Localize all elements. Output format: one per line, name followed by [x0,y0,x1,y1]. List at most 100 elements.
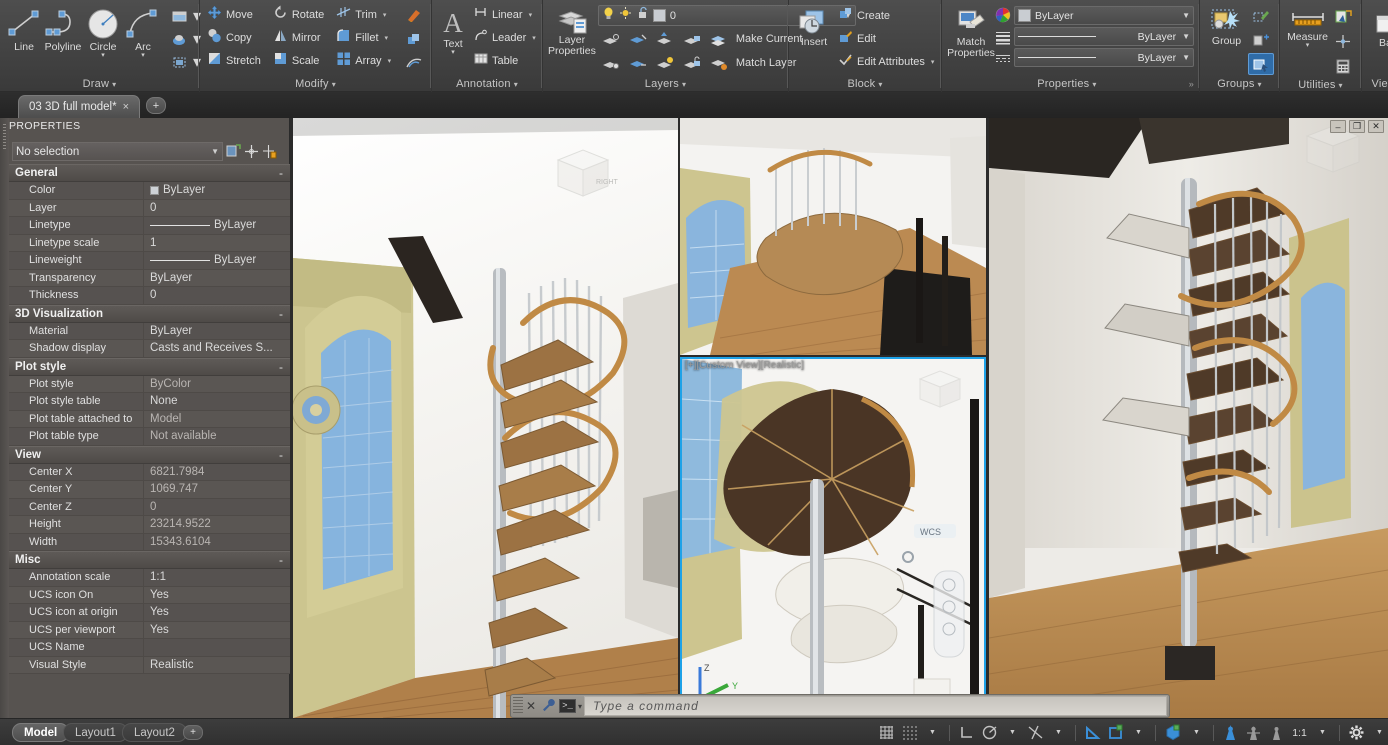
panel-title-properties[interactable]: Properties ▾» [945,76,1196,92]
restore-icon[interactable]: ❐ [1349,120,1365,133]
select-pick-icon[interactable] [244,144,259,159]
properties-group-3d-visualization[interactable]: 3D Visualization - [9,304,290,323]
unlock-plot-icon[interactable] [636,6,649,25]
property-row-material[interactable]: Material ByLayer [9,322,290,340]
mirror-button[interactable]: Mirror [271,27,328,49]
property-value-layer[interactable]: 0 [144,202,290,214]
panel-title-annotation[interactable]: Annotation ▾ [435,76,539,92]
object-color-combo[interactable]: ByLayer ▼ [1014,6,1194,25]
property-value-height[interactable]: 23214.9522 [144,518,290,530]
group-button[interactable]: Group [1205,4,1248,47]
panel-title-view[interactable]: View▾» [1365,76,1388,92]
drawing-area[interactable]: RIGHT WCS Z Y [+][Custom View][Realistic… [290,118,1388,718]
property-row-annotation-scale[interactable]: Annotation scale 1:1 [9,569,290,587]
snap-mode-icon[interactable] [899,722,920,743]
line-button[interactable]: Line [5,4,43,53]
table-button[interactable]: Table [471,50,540,72]
panel-title-layers[interactable]: Layers ▾ [546,76,785,92]
property-value-linetype-scale[interactable]: 1 [144,237,290,249]
quick-calc-icon[interactable] [262,144,277,159]
viewport-bottom-middle[interactable]: WCS Z X Y [+][Custom View][Realist [680,357,986,718]
array-button[interactable]: Array ▾ [334,50,395,72]
property-row-center-y[interactable]: Center Y 1069.747 [9,481,290,499]
arc-dropdown-arrow[interactable]: ▾ [141,52,145,59]
layer-lock-icon[interactable] [679,28,705,50]
object-color-chevron-down-icon[interactable]: ▼ [1182,11,1190,20]
layer-thaw-icon[interactable] [625,52,651,74]
text-button[interactable]: A Text ▾ [437,4,469,56]
property-row-plot-table-type[interactable]: Plot table type Not available [9,428,290,446]
autoscale-icon[interactable] [1243,722,1264,743]
linetype-combo[interactable]: ByLayer ▼ [1014,48,1194,67]
command-prompt-chevron-down-icon[interactable]: ▾ [578,702,582,711]
grid-display-icon[interactable] [876,722,897,743]
property-value-visual-style[interactable]: Realistic [144,659,290,671]
workspace-dropdown-chevron-down-icon[interactable]: ▼ [1369,722,1388,743]
palette-drag-grip[interactable] [0,118,9,718]
create-block-button[interactable]: Create [836,5,938,27]
linetype-list-icon[interactable] [995,53,1011,72]
trim-button[interactable]: Trim ▾ [334,4,395,26]
stretch-button[interactable]: Stretch [205,50,265,72]
property-row-plot-style-table[interactable]: Plot style table None [9,393,290,411]
property-value-center-x[interactable]: 6821.7984 [144,466,290,478]
annotation-scale-sync-icon[interactable] [1266,722,1287,743]
move-button[interactable]: Move [205,4,265,26]
property-row-center-z[interactable]: Center Z0 [9,498,290,516]
property-row-plot-table-attached-to[interactable]: Plot table attached to Model [9,410,290,428]
polar-dropdown-chevron-down-icon[interactable]: ▼ [1002,722,1023,743]
region-button[interactable]: ▾ [167,51,201,73]
wrench-icon[interactable] [539,698,557,715]
isometric-drafting-icon[interactable] [1082,722,1103,743]
layout-tab-model[interactable]: Model [12,723,70,742]
property-row-visual-style[interactable]: Visual Style Realistic [9,656,290,674]
property-row-height[interactable]: Height 23214.9522 [9,516,290,534]
polar-tracking-icon[interactable] [979,722,1000,743]
property-value-thickness[interactable]: 0 [144,289,290,301]
command-line-close-icon[interactable]: ✕ [523,699,539,713]
layout-tab-layout2[interactable]: Layout2 [122,723,187,742]
edit-attributes-dropdown-arrow[interactable]: ▾ [931,58,935,66]
object-snap-tracking-icon[interactable] [1025,722,1046,743]
command-line-drag-grip[interactable] [513,697,523,715]
property-row-linetype[interactable]: Linetype ByLayer [9,217,290,235]
object-snap-icon[interactable] [1105,722,1126,743]
group-collapse-plot-style-icon[interactable]: - [279,361,283,373]
3dsnap-dropdown-chevron-down-icon[interactable]: ▼ [1186,722,1207,743]
quick-select-icon[interactable] [1330,5,1356,27]
group-selection-on-icon[interactable] [1248,53,1274,75]
command-prompt-selector[interactable]: >_ ▾ [559,699,582,713]
rotate-button[interactable]: Rotate [271,4,328,26]
property-row-shadow-display[interactable]: Shadow display Casts and Receives S... [9,340,290,358]
layer-freeze-icon[interactable] [625,28,651,50]
properties-panel-expand-icon[interactable]: » [1189,76,1194,92]
panel-title-groups[interactable]: Groups ▾ [1203,76,1276,92]
property-value-width[interactable]: 15343.6104 [144,536,290,548]
leader-button[interactable]: Leader ▾ [471,27,540,49]
panel-title-utilities[interactable]: Utilities ▾ [1283,77,1358,93]
property-value-shadow-display[interactable]: Casts and Receives S... [144,342,290,354]
viewport-left[interactable]: RIGHT [293,118,678,718]
layer-unisolate-icon[interactable] [598,52,624,74]
insert-button[interactable]: Insert [794,5,834,48]
properties-group-misc[interactable]: Misc - [9,551,290,569]
group-edit-icon[interactable] [1248,5,1274,27]
property-value-color[interactable]: ByLayer [144,184,290,196]
hatch-button[interactable]: ▾ [167,5,201,27]
osnap-dropdown-chevron-down-icon[interactable]: ▼ [1048,722,1069,743]
close-icon[interactable]: ✕ [1368,120,1384,133]
selection-chevron-down-icon[interactable]: ▼ [211,147,219,156]
panel-title-block[interactable]: Block ▾ [792,76,938,92]
3d-object-snap-icon[interactable] [1162,722,1184,743]
property-row-ucs-icon-on[interactable]: UCS icon On Yes [9,586,290,604]
fillet-dropdown-arrow[interactable]: ▾ [385,34,389,42]
point-id-icon[interactable] [1330,30,1356,52]
property-row-ucs-name[interactable]: UCS Name [9,639,290,657]
property-row-layer[interactable]: Layer 0 [9,199,290,217]
linear-dropdown-arrow[interactable]: ▾ [529,11,533,19]
property-row-plot-style[interactable]: Plot style ByColor [9,375,290,393]
panel-title-draw[interactable]: Draw ▾ [3,76,196,92]
fillet-button[interactable]: Fillet ▾ [334,27,395,49]
property-value-lineweight[interactable]: ByLayer [144,254,290,266]
measure-dropdown-arrow[interactable]: ▾ [1306,42,1310,49]
